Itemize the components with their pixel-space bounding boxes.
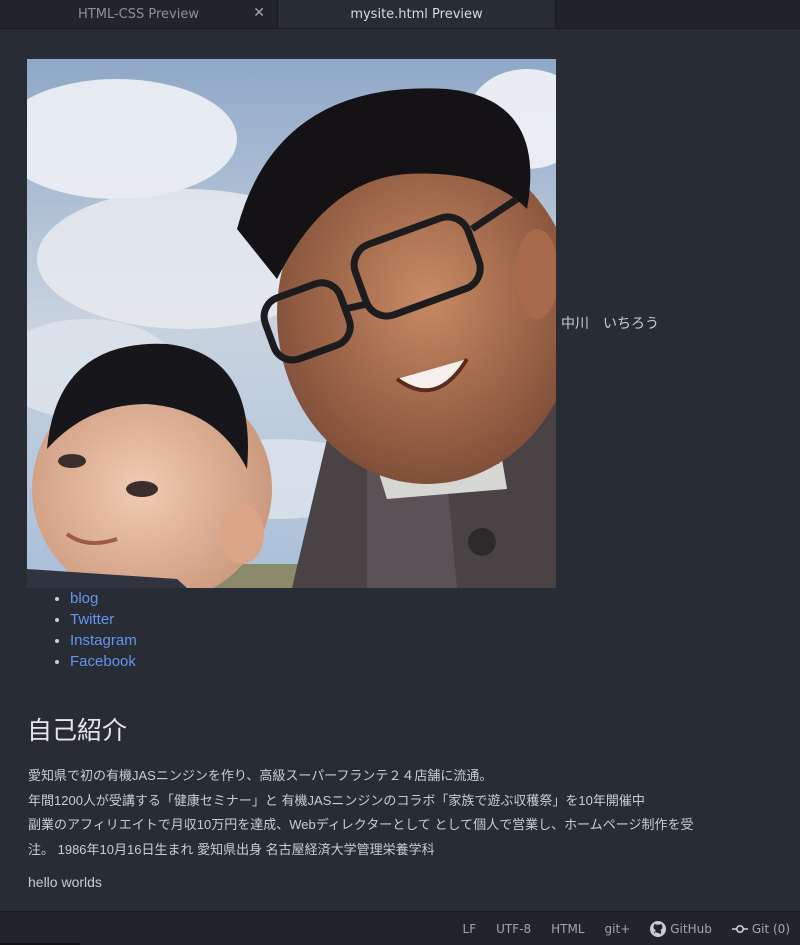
- github-label: GitHub: [670, 921, 712, 936]
- bio-line: 年間1200人が受講する「健康セミナー」と 有機JASニンジンのコラボ「家族で遊…: [28, 792, 645, 808]
- profile-photo: [27, 59, 556, 588]
- bio-line: 副業のアフィリエイトで月収10万円を達成、Webディレクターとして として個人で…: [28, 817, 694, 832]
- tab-bar: HTML-CSS Preview ✕ mysite.html Preview: [0, 0, 800, 29]
- social-links-list: blog Twitter Instagram Facebook: [27, 588, 137, 672]
- line-ending-indicator[interactable]: LF: [463, 922, 477, 936]
- blog-link[interactable]: blog: [70, 590, 98, 607]
- tab-html-css-preview[interactable]: HTML-CSS Preview ✕: [0, 0, 278, 28]
- hello-text: hello worlds: [28, 874, 102, 890]
- facebook-link[interactable]: Facebook: [70, 653, 136, 670]
- profile-name: 中川 いちろう: [561, 315, 659, 331]
- git-commit-icon: [731, 924, 748, 933]
- bio-text: 愛知県で初の有機JASニンジンを作り、高級スーパーフランテ２４店舗に流通。 年間…: [28, 764, 758, 862]
- list-item: Twitter: [70, 609, 137, 630]
- tab-mysite-preview[interactable]: mysite.html Preview: [278, 0, 556, 28]
- bio-line: 注。 1986年10月16日生まれ 愛知県出身 名古屋経済大学管理栄養学科: [28, 841, 435, 857]
- intro-heading: 自己紹介: [27, 717, 128, 745]
- twitter-link[interactable]: Twitter: [70, 611, 114, 628]
- list-item: blog: [70, 588, 137, 609]
- github-icon: [650, 920, 667, 937]
- encoding-indicator[interactable]: UTF-8: [496, 922, 531, 936]
- github-button[interactable]: GitHub: [650, 920, 712, 937]
- instagram-link[interactable]: Instagram: [70, 632, 137, 649]
- list-item: Instagram: [70, 630, 137, 651]
- tab-label: HTML-CSS Preview: [78, 6, 199, 22]
- preview-pane: 中川 いちろう blog Twitter Instagram Facebook …: [0, 29, 800, 911]
- list-item: Facebook: [70, 651, 137, 672]
- git-label: Git (0): [751, 921, 790, 936]
- git-plus-button[interactable]: git+: [605, 922, 631, 936]
- git-button[interactable]: Git (0): [731, 921, 790, 936]
- status-bar: LF UTF-8 HTML git+ GitHub Git (0): [0, 911, 800, 945]
- grammar-indicator[interactable]: HTML: [551, 922, 584, 936]
- bio-line: 愛知県で初の有機JASニンジンを作り、高級スーパーフランテ２４店舗に流通。: [28, 768, 493, 783]
- tab-label: mysite.html Preview: [350, 6, 483, 22]
- close-icon[interactable]: ✕: [253, 5, 265, 21]
